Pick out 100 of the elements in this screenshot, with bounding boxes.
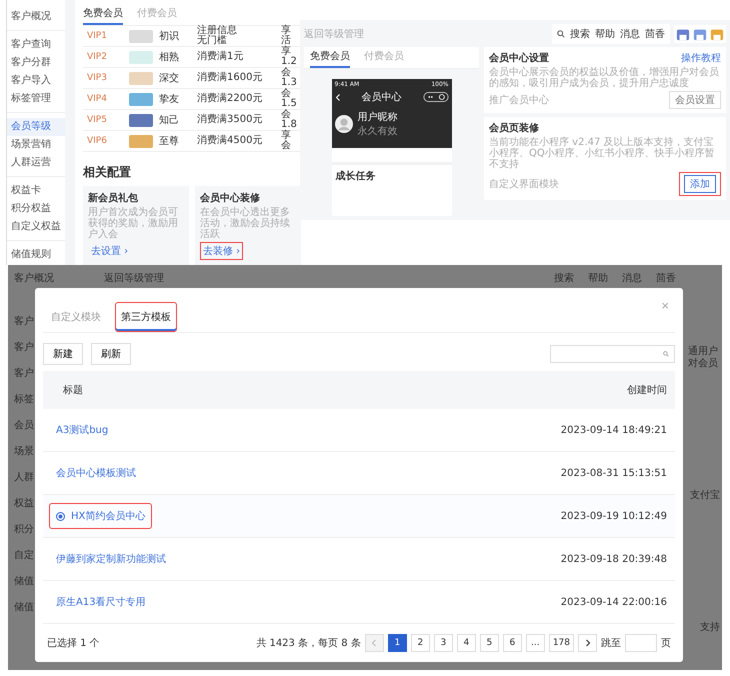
capsule-icon[interactable] [422,92,448,102]
level-name: 深交 [159,72,180,85]
sidebar-item[interactable]: 标签管理 [7,90,65,113]
sidebar-item[interactable]: 积分权益 [7,200,65,218]
page-unit: 页 [661,637,671,650]
page-input[interactable] [625,634,657,652]
benefit-text: 1.5 [281,99,298,109]
sidebar-item[interactable]: 储值规则 [7,246,65,264]
column-header: 创建时间 [627,384,667,397]
sidebar-item[interactable]: 权益 [14,496,34,510]
sidebar-item[interactable]: 客户导入 [7,72,65,90]
jump-label: 跳至 [601,636,621,650]
table-row[interactable]: 原生A13看尺寸专用 2023-09-14 22:00:16 [43,581,675,624]
section-title: 成长任务 [334,170,376,184]
header-link[interactable]: 帮助 [588,270,608,284]
sidebar-item[interactable]: 标签 [14,392,34,406]
header-link[interactable]: 消息 [622,270,642,284]
sidebar-item[interactable]: 储值 [14,600,34,614]
table-cell: 2023-09-14 22:00:16 [560,596,667,608]
add-button[interactable]: 添加 [684,175,716,193]
header-link[interactable]: 茴香 [656,270,676,284]
condition-text: 消费满1元 [197,52,244,62]
table-cell: 2023-09-14 18:49:21 [560,424,667,436]
chevron-left-icon [371,639,378,647]
benefit-text: 1.8 [281,120,298,130]
total-text: 共 1423 条，每页 8 条 [256,636,361,650]
benefit-text: 享 [281,47,291,57]
toolbar-button[interactable]: 新建 [43,343,83,365]
tab[interactable]: 免费会员 [310,47,350,68]
level-label: VIP6 [86,136,108,146]
back-icon[interactable] [334,92,340,102]
selection-count: 已选择 1 个 [47,636,100,650]
level-label: VIP2 [86,52,108,62]
validity-text: 永久有效 [358,124,398,138]
header-link[interactable]: 搜索 [554,270,574,284]
app-icon[interactable] [710,27,724,41]
sidebar-item[interactable]: 场景 [14,444,34,458]
page-button[interactable]: 6 [502,634,522,652]
table-row[interactable]: 伊藤到家定制新功能测试 2023-09-18 20:39:48 [43,538,675,581]
page-button[interactable]: 2 [410,634,430,652]
setting-label: 推广会员中心 [489,94,549,106]
sidebar-item[interactable]: 客户 [14,340,34,354]
sidebar-item[interactable]: 会员 [14,418,34,432]
tab[interactable]: 第三方模板 [115,302,177,332]
header-link[interactable]: 茴香 [645,27,665,41]
condition-text: 无门槛 [197,36,228,46]
template-link[interactable]: 原生A13看尺寸专用 [56,595,146,609]
toolbar-button[interactable]: 刷新 [91,343,131,365]
template-link[interactable]: 会员中心模板测试 [56,466,136,480]
page-button[interactable]: 5 [480,634,499,652]
page-button[interactable]: ... [526,634,545,652]
page-button[interactable]: 1 [388,634,407,652]
benefit-text: 享 [281,131,292,141]
sidebar-item[interactable]: 场景营销 [7,136,65,154]
page-button[interactable]: 4 [456,634,476,652]
sidebar-item[interactable]: 客户分群 [7,54,65,72]
table-cell: 2023-09-18 20:39:48 [560,554,667,564]
header-link[interactable]: 消息 [620,27,640,41]
tab[interactable]: 免费会员 [83,4,123,25]
table-cell: 2023-08-31 15:13:51 [560,468,667,478]
template-link[interactable]: A3测试bug [56,423,108,437]
sidebar-item[interactable]: 会员等级 [7,118,65,136]
sidebar-item[interactable]: 客户 [14,314,34,328]
config-link[interactable]: 去设置 › [88,242,132,260]
condition-text: 消费满4500元 [197,136,264,146]
next-page-button[interactable] [578,634,597,652]
page-button[interactable]: 178 [548,634,574,652]
app-icon[interactable] [693,27,707,41]
settings-button[interactable]: 会员设置 [669,91,721,109]
background-text: 通用户对会员 [688,346,719,370]
header-link[interactable]: 搜索 [570,27,590,41]
sidebar-item[interactable]: 客户 [14,366,34,380]
sidebar-item[interactable]: 人群 [14,470,34,484]
sidebar-item[interactable]: 人群运营 [7,154,65,177]
card-title: 会员中心装修 [200,191,261,205]
card-title: 会员页装修 [489,122,540,135]
search-field[interactable] [550,345,675,363]
app-icon[interactable] [676,27,690,41]
benefit-text: 会 [281,110,291,120]
sidebar-item[interactable]: 积分 [14,522,34,536]
config-link[interactable]: 去装修 › [200,242,244,260]
radio-button[interactable] [56,512,65,520]
sidebar-item[interactable]: 自定 [14,548,34,562]
tutorial-link[interactable]: 操作教程 [681,51,721,65]
header-link[interactable]: 帮助 [595,27,615,41]
background-text: 支付宝 [690,490,720,502]
sidebar-item[interactable]: 客户查询 [7,36,65,54]
table-row[interactable]: HX简约会员中心 2023-09-19 10:12:49 [43,495,675,538]
template-link[interactable]: 伊藤到家定制新功能测试 [56,552,166,566]
sidebar-item[interactable]: 客户概况 [7,8,65,31]
sidebar-item[interactable]: 自定义权益 [7,218,65,241]
condition-text: 注册信息 [197,26,238,36]
nickname: 用户昵称 [358,110,398,124]
back-link[interactable]: 返回等级管理 [104,270,504,284]
card-description: 当前功能在小程序 v2.47 及以上版本支持，支付宝小程序、QQ小程序、小红书小程序、快手小程序暂不支持 [489,137,716,170]
level-name: 挚友 [159,93,180,106]
page-button[interactable]: 3 [434,634,453,652]
table-row[interactable]: A3测试bug 2023-09-14 18:49:21 [43,409,675,452]
sidebar-item[interactable]: 储值 [14,574,34,588]
sidebar-item[interactable]: 权益卡 [7,182,65,200]
